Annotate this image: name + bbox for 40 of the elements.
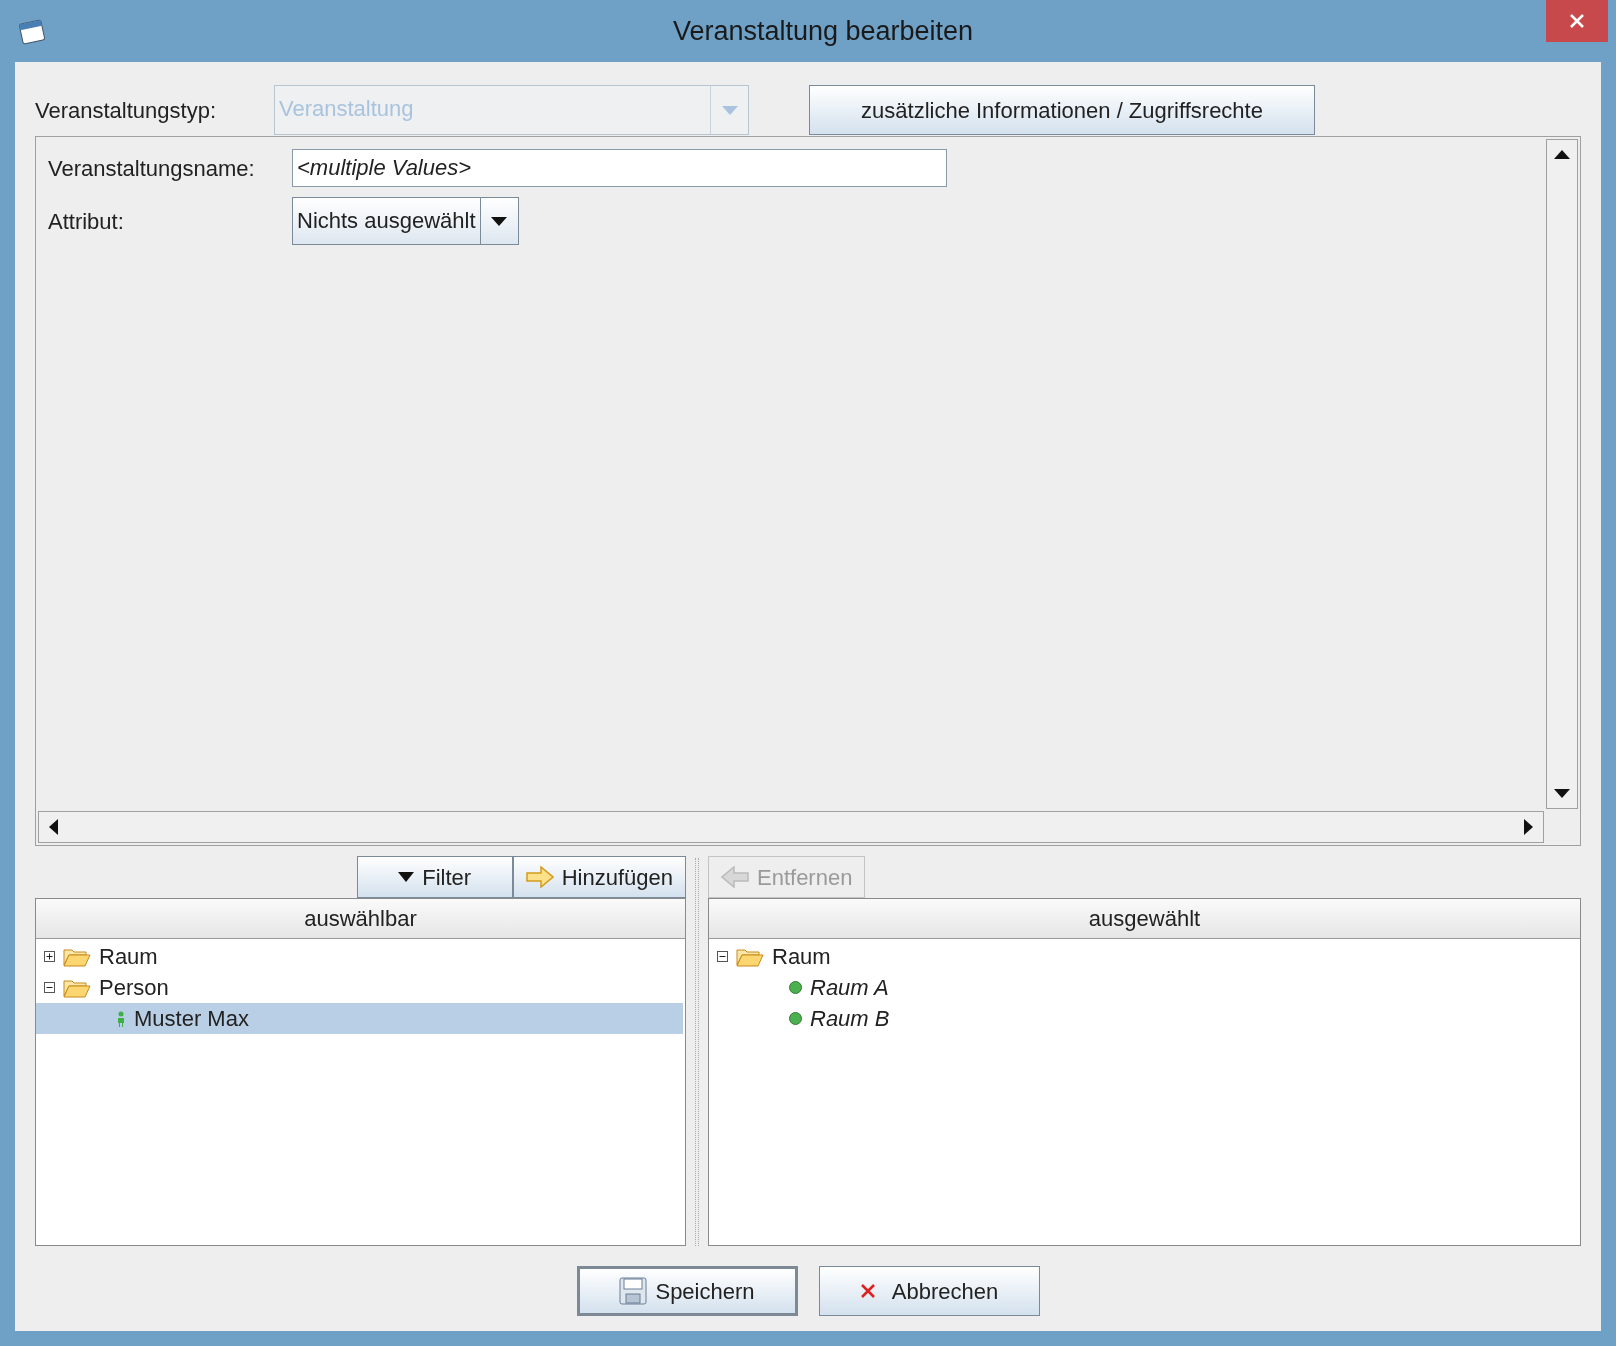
expand-icon[interactable]: [44, 951, 55, 962]
add-button[interactable]: Hinzufügen: [512, 856, 686, 898]
collapse-icon[interactable]: [717, 951, 728, 962]
tree-item[interactable]: Raum: [709, 941, 1578, 972]
attribute-dropdown[interactable]: Nichts ausgewählt: [292, 197, 519, 245]
caret-icon: [721, 105, 738, 115]
tree-item[interactable]: Muster Max: [36, 1003, 683, 1034]
folder-icon: [63, 946, 91, 967]
column-header: auswählbar: [36, 899, 685, 939]
arrow-left-icon: [721, 866, 749, 888]
folder-icon: [736, 946, 764, 967]
cancel-button[interactable]: Abbrechen: [818, 1266, 1040, 1316]
field-label: Veranstaltungstyp:: [35, 96, 217, 125]
horizontal-scrollbar[interactable]: [38, 811, 1544, 843]
caret-icon: [398, 872, 415, 882]
scroll-left-icon[interactable]: [49, 819, 58, 835]
filter-button[interactable]: Filter: [356, 856, 513, 898]
field-label: Veranstaltungsname:: [48, 154, 256, 183]
close-icon: [1569, 13, 1585, 29]
column-header: ausgewählt: [709, 899, 1580, 939]
window-title: Veranstaltung bearbeiten: [672, 14, 974, 48]
info-button[interactable]: zusätzliche Informationen / Zugriffsrechte: [809, 85, 1315, 135]
close-button[interactable]: [1546, 0, 1608, 42]
vertical-scrollbar[interactable]: [1546, 139, 1578, 809]
caret-icon: [491, 216, 508, 226]
person-icon: [116, 1010, 126, 1027]
tree-item[interactable]: Raum: [36, 941, 683, 972]
scroll-down-icon[interactable]: [1554, 789, 1570, 798]
field-label: Attribut:: [48, 207, 125, 236]
arrow-right-icon: [525, 866, 554, 888]
scroll-up-icon[interactable]: [1554, 150, 1570, 159]
name-input-field[interactable]: <multiple Values>: [292, 149, 947, 187]
save-button[interactable]: Speichern: [576, 1266, 798, 1316]
tree-item[interactable]: Person: [36, 972, 683, 1003]
tree-item[interactable]: Raum A: [709, 972, 1578, 1003]
tree-item[interactable]: Raum B: [709, 1003, 1578, 1034]
scroll-right-icon[interactable]: [1524, 819, 1533, 835]
collapse-icon[interactable]: [44, 982, 55, 993]
close-icon: [859, 1283, 876, 1299]
folder-icon: [63, 977, 91, 998]
